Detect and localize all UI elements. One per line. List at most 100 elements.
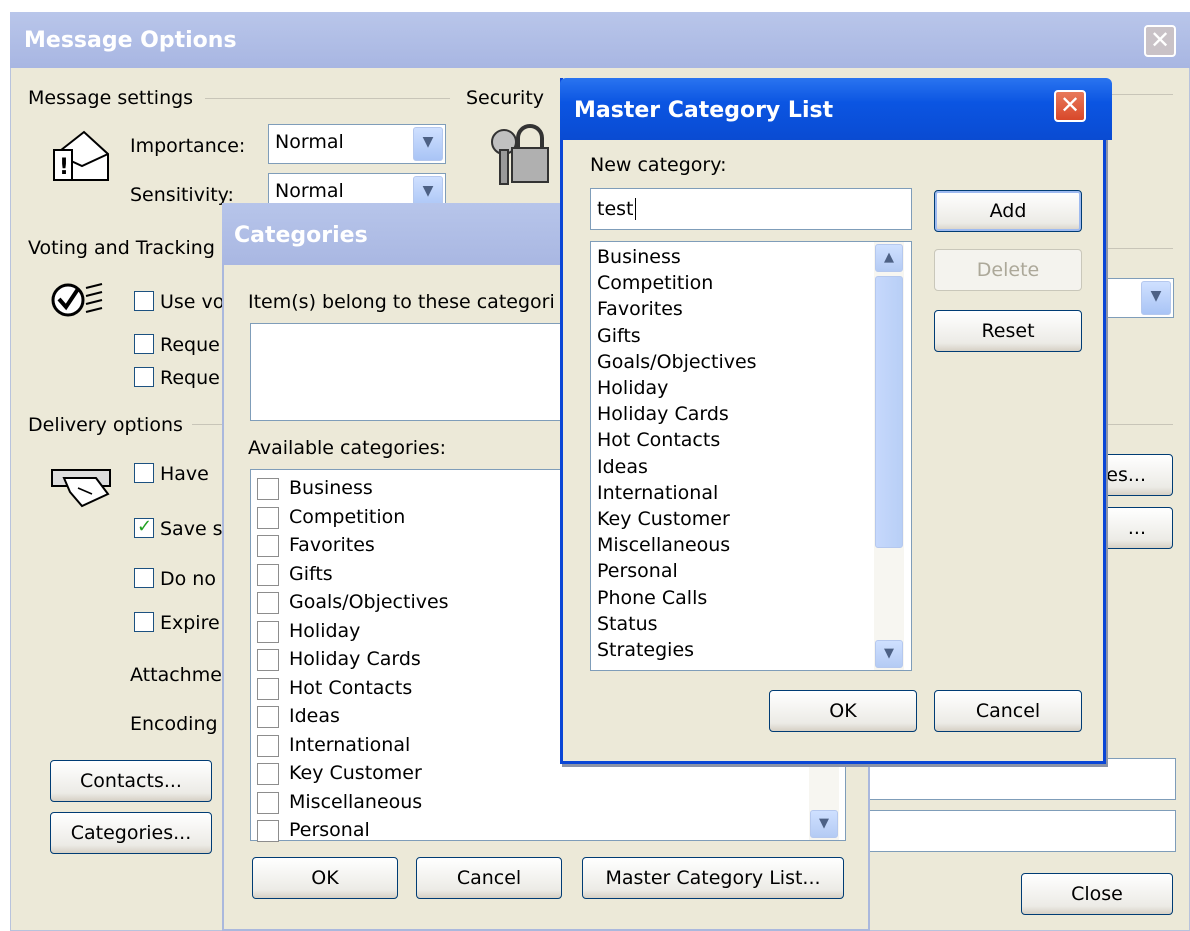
category-checkbox[interactable] — [257, 620, 279, 643]
categories-cancel-button[interactable]: Cancel — [416, 857, 562, 899]
master-list-label: Master Category List... — [605, 867, 821, 889]
category-checkbox[interactable] — [257, 706, 279, 728]
voting-select[interactable]: ▼ — [1100, 278, 1174, 318]
master-list-item[interactable]: Holiday Cards — [597, 403, 729, 425]
importance-value: Normal — [275, 131, 344, 153]
category-label: Competition — [289, 505, 406, 528]
use-voting-checkbox[interactable] — [134, 291, 154, 311]
categories-button[interactable]: Categories... — [50, 812, 212, 854]
master-title: Master Category List — [574, 98, 834, 123]
delete-label: Delete — [976, 259, 1040, 281]
categories-field[interactable] — [866, 810, 1176, 852]
sensitivity-value: Normal — [275, 180, 344, 202]
expires-checkbox[interactable] — [134, 612, 154, 632]
use-voting-label: Use vo — [160, 291, 225, 313]
scrollbar[interactable]: ▲ ▼ — [874, 242, 904, 670]
belongs-input[interactable] — [250, 323, 570, 421]
scroll-down-button[interactable]: ▼ — [810, 810, 838, 838]
message-options-title: Message Options — [24, 28, 237, 53]
master-list-item[interactable]: International — [597, 482, 718, 504]
master-category-list-button[interactable]: Master Category List... — [582, 857, 844, 899]
master-list-item[interactable]: Favorites — [597, 298, 683, 320]
master-list-item[interactable]: Holiday — [597, 377, 668, 399]
request-read-checkbox[interactable] — [134, 367, 154, 387]
partial-button-label: es... — [1106, 464, 1146, 486]
add-label: Add — [989, 200, 1027, 222]
scroll-down-button[interactable]: ▼ — [875, 640, 903, 668]
close-button[interactable]: Close — [1021, 873, 1173, 915]
categories-button-label: Categories... — [70, 822, 192, 844]
category-label: Gifts — [289, 562, 333, 585]
master-list-item[interactable]: Miscellaneous — [597, 534, 730, 556]
master-category-list[interactable]: Business Competition Favorites Gifts Goals/O… — [590, 241, 912, 671]
master-list-item[interactable]: Ideas — [597, 456, 648, 478]
ok-label: OK — [829, 700, 857, 722]
category-checkbox[interactable] — [257, 649, 279, 671]
master-list-item[interactable]: Goals/Objectives — [597, 351, 757, 373]
lock-icon — [486, 120, 550, 188]
scroll-up-button[interactable]: ▲ — [875, 244, 903, 272]
new-category-input[interactable]: test — [590, 188, 912, 230]
categories-title: Categories — [234, 223, 368, 248]
category-label: Holiday — [289, 619, 361, 642]
have-replies-checkbox[interactable] — [134, 463, 154, 483]
master-list-item[interactable]: Gifts — [597, 325, 641, 347]
master-list-item[interactable]: Strategies — [597, 639, 694, 661]
category-checkbox[interactable] — [257, 763, 279, 785]
voting-check-icon — [50, 278, 106, 320]
available-label: Available categories: — [248, 437, 447, 459]
master-list-item[interactable]: Hot Contacts — [597, 429, 720, 451]
ok-label: OK — [311, 867, 339, 889]
category-checkbox[interactable] — [257, 791, 279, 814]
category-checkbox[interactable] — [257, 563, 279, 586]
delete-button[interactable]: Delete — [934, 249, 1082, 291]
do-not-deliver-label: Do no — [160, 568, 216, 590]
reset-button[interactable]: Reset — [934, 310, 1082, 352]
master-list-item[interactable]: Business — [597, 246, 681, 268]
contacts-field[interactable] — [866, 758, 1176, 800]
divider — [205, 98, 450, 99]
master-ok-button[interactable]: OK — [769, 690, 917, 732]
request-read-label: Reque — [160, 367, 220, 389]
master-list-item[interactable]: Key Customer — [597, 508, 730, 530]
chevron-down-icon[interactable]: ▼ — [1141, 281, 1171, 315]
scroll-thumb[interactable] — [875, 276, 903, 548]
category-label: Favorites — [289, 534, 375, 556]
category-label: Personal — [289, 819, 370, 841]
svg-text:!: ! — [59, 155, 69, 180]
categories-ok-button[interactable]: OK — [252, 857, 398, 899]
category-checkbox[interactable] — [257, 677, 279, 700]
master-titlebar[interactable]: Master Category List ✕ — [560, 78, 1112, 140]
add-button[interactable]: Add — [934, 190, 1082, 232]
contacts-button[interactable]: Contacts... — [50, 760, 212, 802]
category-checkbox[interactable] — [257, 592, 279, 614]
reset-label: Reset — [981, 320, 1035, 342]
chevron-down-icon[interactable]: ▼ — [413, 127, 443, 161]
category-label: Ideas — [289, 705, 340, 727]
expires-label: Expire — [160, 612, 220, 634]
divider — [192, 424, 222, 425]
importance-label: Importance: — [130, 135, 246, 157]
attachments-label: Attachme — [130, 664, 222, 686]
message-options-titlebar[interactable]: Message Options ✕ — [10, 12, 1190, 68]
close-icon[interactable]: ✕ — [1054, 90, 1086, 122]
category-label: International — [289, 733, 411, 756]
category-checkbox[interactable] — [257, 478, 279, 500]
request-delivery-checkbox[interactable] — [134, 334, 154, 354]
master-list-item[interactable]: Phone Calls — [597, 587, 707, 609]
do-not-deliver-checkbox[interactable] — [134, 568, 154, 588]
master-list-item[interactable]: Personal — [597, 560, 678, 582]
category-checkbox[interactable] — [257, 820, 279, 842]
save-sent-checkbox[interactable]: ✓ — [134, 516, 154, 538]
delivery-card-icon — [50, 466, 116, 508]
category-checkbox[interactable] — [257, 506, 279, 529]
importance-select[interactable]: Normal ▼ — [268, 124, 446, 164]
close-icon[interactable]: ✕ — [1144, 25, 1176, 57]
master-cancel-button[interactable]: Cancel — [934, 690, 1082, 732]
master-list-item[interactable]: Status — [597, 613, 658, 635]
save-sent-label: Save s — [160, 518, 223, 540]
category-checkbox[interactable] — [257, 535, 279, 557]
checkmark-icon: ✓ — [137, 516, 153, 537]
category-checkbox[interactable] — [257, 734, 279, 757]
master-list-item[interactable]: Competition — [597, 272, 713, 294]
